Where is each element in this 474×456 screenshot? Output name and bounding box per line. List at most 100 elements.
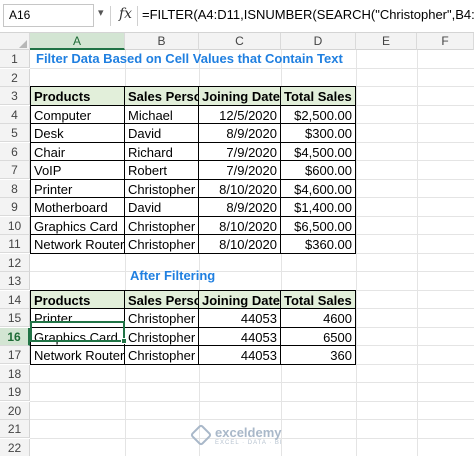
table-cell[interactable]: 8/9/2020 (199, 198, 281, 217)
row-header-6[interactable]: 6 (0, 142, 30, 161)
table-cell[interactable]: 8/10/2020 (199, 216, 281, 235)
row-header-11[interactable]: 11 (0, 235, 30, 253)
sheet-title[interactable]: Filter Data Based on Cell Values that Co… (36, 51, 343, 66)
select-all-button[interactable] (0, 33, 30, 50)
filtered-title[interactable]: After Filtering (130, 268, 215, 283)
column-header-a[interactable]: A (30, 33, 125, 50)
grid-row-line (30, 67, 474, 69)
column-header-c[interactable]: C (199, 33, 281, 50)
row-header-15[interactable]: 15 (0, 309, 30, 327)
table-cell[interactable]: Graphics Card (31, 216, 125, 235)
row-header-5[interactable]: 5 (0, 124, 30, 142)
column-header-b[interactable]: B (125, 33, 199, 50)
row-header-22[interactable]: 22 (0, 438, 30, 456)
table-cell[interactable]: Robert (125, 161, 199, 180)
row-header-9[interactable]: 9 (0, 198, 30, 216)
table-header-cell[interactable]: Joining Dates (199, 87, 281, 106)
table-cell[interactable]: Computer (31, 105, 125, 124)
table-cell[interactable]: Christopher (125, 179, 199, 198)
table-cell[interactable]: 8/10/2020 (199, 235, 281, 254)
table-cell[interactable]: $1,400.00 (281, 198, 356, 217)
table-cell[interactable]: $4,500.00 (281, 142, 356, 161)
table-cell[interactable]: 12/5/2020 (199, 105, 281, 124)
formula-bar: A16 ▾ fx =FILTER(A4:D11,ISNUMBER(SEARCH(… (0, 0, 474, 33)
active-cell-selection[interactable] (30, 321, 127, 344)
column-header: A B C D E F (0, 33, 474, 50)
table-cell[interactable]: Richard (125, 142, 199, 161)
table-cell[interactable]: Michael (125, 105, 199, 124)
row-header-19[interactable]: 19 (0, 383, 30, 401)
row-header-20[interactable]: 20 (0, 401, 30, 420)
table-cell[interactable]: Christopher (125, 327, 199, 346)
table-cell[interactable]: 8/10/2020 (199, 179, 281, 198)
chevron-down-icon[interactable]: ▾ (98, 6, 104, 19)
row-header-12[interactable]: 12 (0, 253, 30, 272)
formula-bar-divider (137, 6, 138, 26)
row-header-7[interactable]: 7 (0, 161, 30, 179)
table-header-cell[interactable]: Joining Dates (199, 290, 281, 309)
table-cell[interactable]: Printer (31, 179, 125, 198)
grid-row-line (30, 382, 474, 383)
table-cell[interactable]: $300.00 (281, 124, 356, 143)
table-header-cell[interactable]: Sales Person (125, 290, 199, 309)
table-cell[interactable]: Christopher (125, 346, 199, 365)
table-cell[interactable]: Network Router (31, 235, 125, 254)
table-header-cell[interactable]: Total Sales (281, 290, 356, 309)
row-header-1[interactable]: 1 (0, 50, 30, 68)
watermark: exceldemy EXCEL · DATA · BI (189, 423, 313, 451)
table-cell[interactable]: $2,500.00 (281, 105, 356, 124)
row-header-16[interactable]: 16 (0, 327, 30, 346)
row-header-21[interactable]: 21 (0, 420, 30, 438)
table-cell[interactable]: Network Router (31, 346, 125, 365)
row-header-3[interactable]: 3 (0, 87, 30, 105)
exceldemy-logo-icon (189, 423, 213, 447)
table-cell[interactable]: $600.00 (281, 161, 356, 180)
table-header-cell[interactable]: Products (31, 87, 125, 106)
table-cell[interactable]: Desk (31, 124, 125, 143)
column-header-e[interactable]: E (356, 33, 417, 50)
table-cell[interactable]: 360 (281, 346, 356, 365)
table-cell[interactable]: Motherboard (31, 198, 125, 217)
table-cell[interactable]: Christopher (125, 216, 199, 235)
table-cell[interactable]: Christopher (125, 235, 199, 254)
column-header-d[interactable]: D (281, 33, 356, 50)
table-cell[interactable]: Chair (31, 142, 125, 161)
grid-row-line (30, 400, 474, 402)
row-header-10[interactable]: 10 (0, 216, 30, 235)
table-cell[interactable]: 7/9/2020 (199, 142, 281, 161)
watermark-tagline: EXCEL · DATA · BI (215, 440, 283, 446)
grid-row-line (30, 419, 474, 420)
fx-icon[interactable]: fx (119, 6, 132, 22)
row-header-17[interactable]: 17 (0, 346, 30, 364)
table-header-cell[interactable]: Sales Person (125, 87, 199, 106)
table-cell[interactable]: Christopher (125, 309, 199, 328)
formula-input[interactable]: =FILTER(A4:D11,ISNUMBER(SEARCH("Christop… (142, 7, 474, 22)
row-header-18[interactable]: 18 (0, 364, 30, 383)
table-cell[interactable]: 4600 (281, 309, 356, 328)
row-header-13[interactable]: 13 (0, 272, 30, 290)
table-cell[interactable]: $4,600.00 (281, 179, 356, 198)
table-cell[interactable]: 44053 (199, 346, 281, 365)
table-cell[interactable]: 6500 (281, 327, 356, 346)
table-header-cell[interactable]: Products (31, 290, 125, 309)
table-cell[interactable]: David (125, 198, 199, 217)
formula-bar-divider (110, 6, 111, 26)
table-header-cell[interactable]: Total Sales (281, 87, 356, 106)
row-header-14[interactable]: 14 (0, 290, 30, 309)
table-cell[interactable]: $360.00 (281, 235, 356, 254)
table-cell[interactable]: $6,500.00 (281, 216, 356, 235)
fill-handle[interactable] (121, 338, 127, 344)
table-cell[interactable]: 44053 (199, 327, 281, 346)
name-box[interactable]: A16 (3, 4, 94, 27)
grid-row-line (30, 271, 474, 272)
table-cell[interactable]: David (125, 124, 199, 143)
table-cell[interactable]: 7/9/2020 (199, 161, 281, 180)
row-header-8[interactable]: 8 (0, 179, 30, 198)
table-cell[interactable]: 44053 (199, 309, 281, 328)
column-header-f[interactable]: F (417, 33, 474, 50)
row-header-2[interactable]: 2 (0, 68, 30, 87)
watermark-name: exceldemy (215, 425, 282, 440)
row-header-4[interactable]: 4 (0, 105, 30, 124)
table-cell[interactable]: VoIP (31, 161, 125, 180)
table-cell[interactable]: 8/9/2020 (199, 124, 281, 143)
